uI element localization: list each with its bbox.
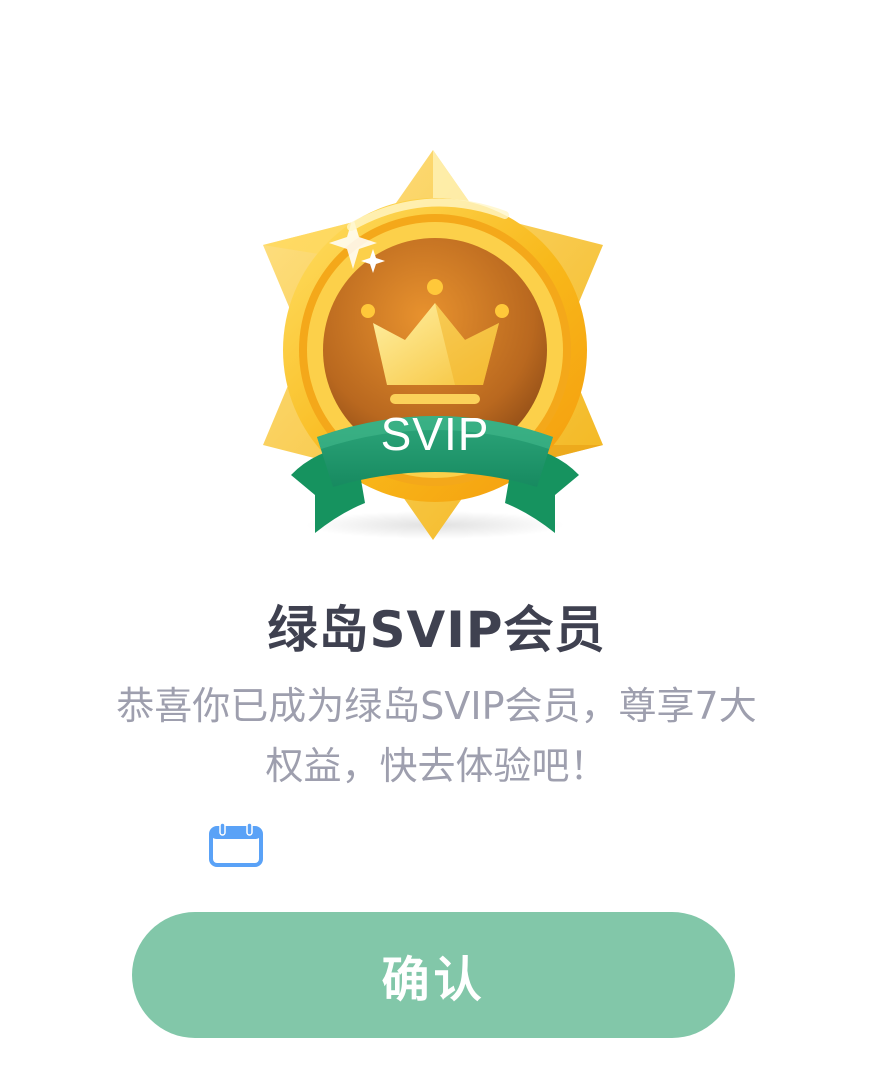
- confirm-button-label: 确认: [381, 952, 486, 1008]
- calendar-icon: [209, 822, 263, 867]
- validity-row: [208, 822, 276, 868]
- membership-description: 恭喜你已成为绿岛SVIP会员，尊享7大权益，快去体验吧！: [116, 684, 757, 788]
- badge-ribbon-label: SVIP: [380, 408, 490, 460]
- svip-crown-medal-icon: [263, 150, 603, 540]
- svip-medal: SVIP: [255, 145, 615, 545]
- confirm-button[interactable]: 确认: [132, 912, 735, 1038]
- page-title: 绿岛SVIP会员: [267, 601, 606, 659]
